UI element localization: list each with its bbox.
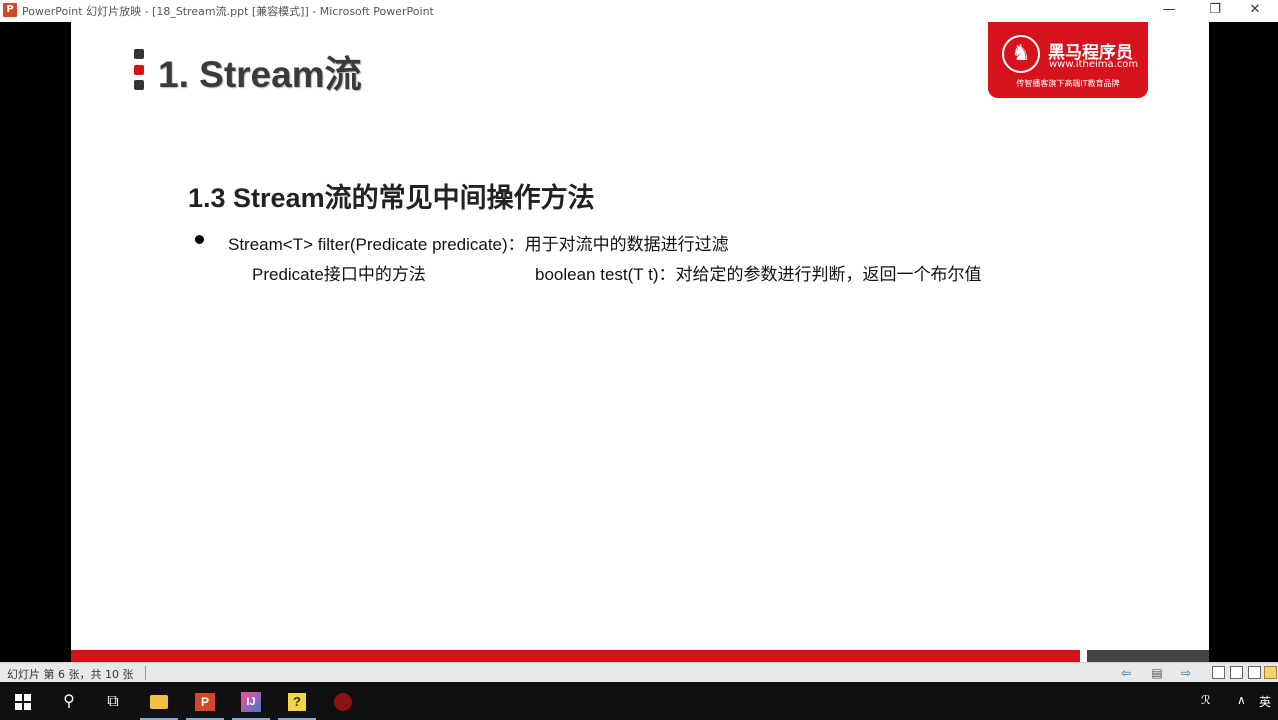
title-marker-middle [134, 65, 144, 75]
footer-gray-bar [1087, 650, 1209, 662]
minimize-button[interactable]: — [1146, 0, 1192, 22]
people-icon[interactable]: ℛ [1201, 693, 1211, 707]
bullet-text-filter: Stream<T> filter(Predicate predicate)：用于… [228, 235, 729, 254]
tray-expand-icon[interactable]: ∧ [1237, 693, 1246, 707]
task-view-icon[interactable]: ⧉ [90, 682, 136, 720]
window-titlebar: P PowerPoint 幻灯片放映 - [18_Stream流.ppt [兼容… [0, 0, 1278, 23]
previous-slide-icon[interactable]: ⇦ [1118, 665, 1134, 681]
slide-menu-icon[interactable]: ▤ [1149, 665, 1165, 681]
slideshow-view-icon[interactable] [1264, 666, 1277, 679]
left-letterbox [0, 22, 71, 662]
footer-red-bar [71, 650, 1080, 662]
powerpoint-app-icon[interactable]: P [3, 3, 17, 17]
horse-icon: ♞ [1002, 35, 1040, 73]
reading-view-icon[interactable] [1248, 666, 1261, 679]
status-separator [145, 666, 146, 680]
title-marker-top [134, 49, 144, 59]
window-title: PowerPoint 幻灯片放映 - [18_Stream流.ppt [兼容模式… [22, 5, 434, 18]
predicate-test-description: boolean test(T t)：对给定的参数进行判断，返回一个布尔值 [535, 265, 982, 284]
search-icon[interactable]: ⚲ [46, 682, 92, 720]
intellij-idea-icon[interactable]: IJ [228, 682, 274, 720]
start-button[interactable] [0, 682, 46, 720]
logo-tagline: 传智播客旗下高端IT教育品牌 [1016, 79, 1120, 88]
slide-sorter-view-icon[interactable] [1230, 666, 1243, 679]
status-bar: 幻灯片 第 6 张，共 10 张 ⇦ ▤ ⇨ [0, 662, 1278, 683]
windows-logo-icon [15, 693, 31, 710]
close-button[interactable]: ✕ [1232, 0, 1278, 22]
section-heading: 1.3 Stream流的常见中间操作方法 [188, 183, 595, 213]
slide-counter: 幻灯片 第 6 张，共 10 张 [7, 668, 134, 681]
normal-view-icon[interactable] [1212, 666, 1225, 679]
slide-title: 1. Stream流 [158, 54, 362, 95]
itheima-logo: ♞ 黑马程序员 www.itheima.com 传智播客旗下高端IT教育品牌 [988, 22, 1148, 98]
input-method-indicator[interactable]: 英 [1259, 693, 1271, 710]
powerpoint-taskbar-icon[interactable]: P [182, 682, 228, 720]
recorder-app-icon[interactable] [320, 682, 366, 720]
next-slide-icon[interactable]: ⇨ [1178, 665, 1194, 681]
slide-canvas[interactable]: 1. Stream流 ♞ 黑马程序员 www.itheima.com 传智播客旗… [71, 22, 1209, 662]
help-app-icon[interactable]: ? [274, 682, 320, 720]
logo-url: www.itheima.com [1049, 59, 1139, 70]
right-letterbox [1209, 22, 1278, 662]
title-marker-bottom [134, 80, 144, 90]
predicate-method-label: Predicate接口中的方法 [252, 265, 426, 284]
file-explorer-icon[interactable] [136, 682, 182, 720]
bullet-dot-icon [195, 235, 204, 244]
windows-taskbar: ⚲ ⧉ P IJ ? ℛ ∧ 英 [0, 682, 1278, 720]
